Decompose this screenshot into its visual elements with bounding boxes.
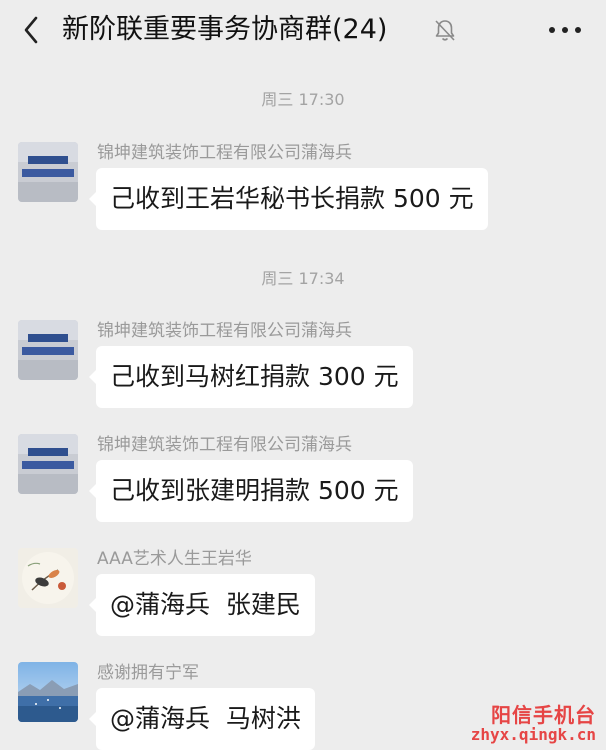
lake-mountain-avatar [18,662,78,722]
bird-painting-avatar [18,548,78,608]
avatar[interactable] [18,142,78,202]
message-bubble[interactable]: 己收到马树红捐款 300 元 [89,346,413,408]
company-logo-avatar [18,142,78,202]
avatar[interactable] [18,320,78,380]
sender-name: 锦坤建筑装饰工程有限公司蒲海兵 [97,435,352,455]
watermark-title: 阳信手机台 [491,703,596,728]
back-button[interactable] [14,10,48,50]
company-logo-avatar [18,434,78,494]
bell-muted-icon [435,20,455,41]
timestamp: 周三 17:34 [261,269,345,288]
chat-header: 新阶联重要事务协商群(24) [0,0,606,60]
watermark-url: zhyx.qingk.cn [470,725,596,745]
avatar[interactable] [18,434,78,494]
message-bubble[interactable]: @蒲海兵 张建民 [89,574,315,636]
avatar[interactable] [18,662,78,722]
more-dots-icon[interactable] [547,25,583,35]
sender-name: 锦坤建筑装饰工程有限公司蒲海兵 [97,143,352,163]
watermark: 阳信手机台 zhyx.qingk.cn [471,704,596,744]
avatar[interactable] [18,548,78,608]
company-logo-avatar [18,320,78,380]
more-options-button[interactable] [540,14,590,46]
message-bubble[interactable]: 己收到王岩华秘书长捐款 500 元 [89,168,488,230]
message-bubble[interactable]: @蒲海兵 马树洪 [89,688,315,750]
chevron-left-icon[interactable] [23,16,39,44]
chat-title: 新阶联重要事务协商群(24) [62,14,388,45]
sender-name: 感谢拥有宁军 [97,663,199,683]
sender-name: AAA艺术人生王岩华 [97,549,252,569]
timestamp: 周三 17:30 [261,90,345,109]
sender-name: 锦坤建筑装饰工程有限公司蒲海兵 [97,321,352,341]
message-bubble[interactable]: 己收到张建明捐款 500 元 [89,460,413,522]
